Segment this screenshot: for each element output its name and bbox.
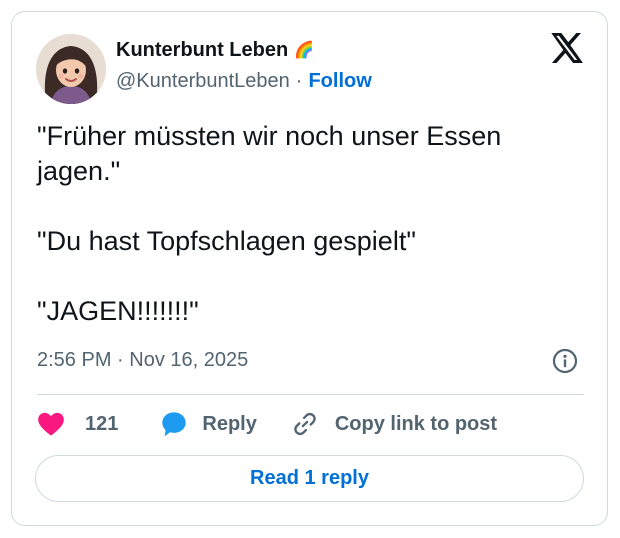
like-count: 121 (85, 412, 119, 435)
link-icon (294, 412, 316, 436)
post-line: "Früher müssten wir noch unser Essen jag… (37, 121, 502, 186)
avatar-image (36, 34, 106, 104)
read-replies-button[interactable]: Read 1 reply (35, 455, 584, 502)
reply-bubble-icon (162, 412, 187, 437)
x-logo-icon[interactable] (548, 30, 584, 66)
post-timestamp[interactable]: 2:56 PM · Nov 16, 2025 (37, 349, 248, 372)
follow-link[interactable]: Follow (308, 70, 371, 93)
post-line: "JAGEN!!!!!!!" (37, 296, 199, 326)
author-emoji: 🌈 (294, 42, 315, 59)
action-bar: 121 Reply Copy link to post (37, 409, 497, 439)
heart-icon (38, 412, 64, 436)
author-row: Kunterbunt Leben 🌈 (116, 37, 314, 63)
author-handle[interactable]: @KunterbuntLeben (116, 70, 290, 93)
post-line: "Du hast Topfschlagen gespielt" (37, 226, 416, 256)
copy-link-label: Copy link to post (334, 412, 498, 435)
divider (37, 394, 584, 395)
like-button[interactable]: 121 (37, 411, 118, 437)
avatar[interactable] (36, 34, 106, 104)
handle-row: @KunterbuntLeben · Follow (116, 70, 372, 93)
post-text: "Früher müssten wir noch unser Essen jag… (37, 119, 577, 329)
author-name[interactable]: Kunterbunt Leben (116, 39, 288, 62)
reply-button[interactable]: Reply (160, 410, 257, 438)
info-icon[interactable] (552, 348, 578, 374)
reply-label: Reply (202, 412, 257, 435)
separator-dot: · (295, 70, 303, 92)
copy-link-button[interactable]: Copy link to post (291, 410, 497, 438)
